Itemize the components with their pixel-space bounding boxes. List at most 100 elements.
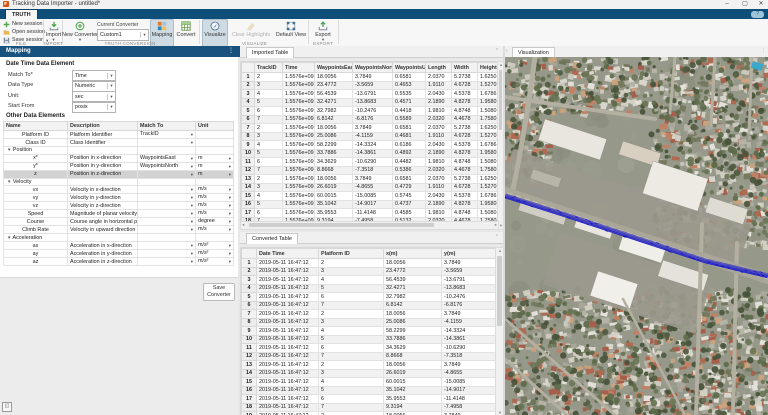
table-row[interactable]: 121.5576e+0918.00563.78490.65812.03705.2… (242, 73, 500, 82)
table-cell[interactable]: -13.6791 (442, 276, 497, 285)
table-cell[interactable]: 6 (319, 395, 384, 404)
mapping-row[interactable]: vz Velocity in z-direction ▾ m/s▾ (4, 202, 234, 210)
table-row[interactable]: 1161.5576e+0934.3629-10.62900.44821.9810… (242, 158, 500, 167)
table-cell[interactable]: 1.5270 (478, 132, 500, 141)
table-cell[interactable]: -10.6290 (442, 344, 497, 353)
table-cell[interactable]: 2019-05-11 16:47:12 (257, 293, 319, 302)
match-to-cell[interactable]: ▾ (138, 226, 196, 234)
table-cell[interactable]: 3 (319, 267, 384, 276)
table-cell[interactable]: 1.5080 (478, 209, 500, 218)
mapping-row[interactable]: Class ID Class Identifier ▾ (4, 139, 234, 147)
table-cell[interactable]: 0.6581 (393, 73, 426, 82)
field-combo-2[interactable]: sec▾ (72, 91, 116, 102)
table-cell[interactable]: 4.8278 (452, 200, 478, 209)
table-cell[interactable]: 8.8668 (384, 352, 442, 361)
table-cell[interactable]: 4 (255, 90, 283, 99)
table-cell[interactable]: 25.0086 (384, 318, 442, 327)
table-cell[interactable]: -14.3861 (353, 149, 393, 158)
table-cell[interactable]: 4.8278 (452, 149, 478, 158)
maximize-button[interactable]: ▢ (740, 1, 750, 8)
table-cell[interactable]: 1.6786 (478, 141, 500, 150)
table-cell[interactable]: 3 (255, 183, 283, 192)
panel-actions-icon[interactable]: ⌃ (495, 234, 499, 240)
match-to-cell[interactable]: ▾ (138, 258, 196, 266)
table-cell[interactable]: -10.2476 (442, 293, 497, 302)
table-cell[interactable]: 1.9580 (478, 149, 500, 158)
match-to-cell[interactable]: ▾ (138, 210, 196, 218)
table-cell[interactable]: 3.7849 (442, 361, 497, 370)
table-cell[interactable]: 1.5576e+09 (283, 209, 315, 218)
table-cell[interactable]: -4.8655 (442, 369, 497, 378)
table-cell[interactable]: -14.9017 (353, 200, 393, 209)
table-cell[interactable]: 4 (319, 327, 384, 336)
table-cell[interactable]: 4.8748 (452, 107, 478, 116)
mapping-row[interactable]: x* Position in x-direction WaypointsEast… (4, 154, 234, 162)
table-row[interactable]: 62019-05-11 16:47:1276.8142-6.8176 (242, 301, 497, 310)
table-cell[interactable]: 0.5535 (393, 90, 426, 99)
table-row[interactable]: 22019-05-11 16:47:12323.4772-3.5659 (242, 267, 497, 276)
table-cell[interactable]: 18.0056 (315, 175, 353, 184)
table-row[interactable]: 32019-05-11 16:47:12456.4539-13.6791 (242, 276, 497, 285)
table-cell[interactable]: 26.6019 (315, 183, 353, 192)
table-row[interactable]: 72019-05-11 16:47:12218.00563.7849 (242, 310, 497, 319)
table-cell[interactable]: 1.5576e+09 (283, 200, 315, 209)
table-cell[interactable]: 18.0056 (384, 310, 442, 319)
table-cell[interactable]: 0.6186 (393, 141, 426, 150)
close-button[interactable]: ✕ (756, 1, 766, 8)
table-cell[interactable]: -15.0085 (353, 192, 393, 201)
table-cell[interactable]: 1.5576e+09 (283, 81, 315, 90)
scroll-left-icon[interactable]: ◂ (242, 222, 244, 228)
table-row[interactable]: 1431.5576e+0926.6019-4.86550.47291.91104… (242, 183, 500, 192)
table-cell[interactable]: 2.0370 (426, 73, 452, 82)
table-cell[interactable]: 2.0320 (426, 166, 452, 175)
table-cell[interactable]: 2 (319, 361, 384, 370)
table-cell[interactable]: 3.7849 (442, 310, 497, 319)
table-row[interactable]: 231.5576e+0923.4772-3.56590.46531.91104.… (242, 81, 500, 90)
table-cell[interactable]: 35.9553 (384, 395, 442, 404)
imported-hscrollbar[interactable]: ◂ ▸ (240, 221, 499, 230)
table-cell[interactable]: 5.2738 (452, 175, 478, 184)
table-cell[interactable]: -14.3861 (442, 335, 497, 344)
table-cell[interactable]: 0.4681 (393, 132, 426, 141)
table-cell[interactable]: -10.2476 (353, 107, 393, 116)
table-cell[interactable]: 1.7580 (478, 166, 500, 175)
table-cell[interactable]: 35.1042 (315, 200, 353, 209)
table-row[interactable]: 1651.5576e+0935.1042-14.90170.47372.1890… (242, 200, 500, 209)
table-cell[interactable]: 56.4539 (384, 276, 442, 285)
restore-panel-icon[interactable]: ◱ (2, 402, 12, 412)
tab-imported-table[interactable]: Imported Table (246, 47, 294, 58)
table-cell[interactable]: 1.5270 (478, 183, 500, 192)
group-row[interactable]: ▼ Acceleration (4, 234, 234, 242)
table-cell[interactable]: 4.8278 (452, 98, 478, 107)
table-cell[interactable]: 4.8748 (452, 209, 478, 218)
match-to-cell[interactable]: ▾ (138, 186, 196, 194)
table-cell[interactable]: 1.5080 (478, 158, 500, 167)
match-to-cell[interactable]: ▾ (138, 139, 196, 147)
new-session-button[interactable]: New session (3, 20, 43, 28)
tab-converted-table[interactable]: Converted Table (246, 233, 298, 244)
table-cell[interactable]: 4.6728 (452, 81, 478, 90)
table-cell[interactable]: 2 (255, 175, 283, 184)
table-cell[interactable]: 4.4678 (452, 166, 478, 175)
table-cell[interactable]: 1.5576e+09 (283, 73, 315, 82)
table-cell[interactable]: 3 (319, 369, 384, 378)
table-cell[interactable]: 1.9810 (426, 209, 452, 218)
table-cell[interactable]: -7.4958 (442, 403, 497, 412)
table-cell[interactable]: 23.4772 (384, 267, 442, 276)
panel-actions-icon[interactable]: ⌃ (495, 48, 499, 54)
scroll-right-icon[interactable]: ▸ (495, 222, 497, 228)
table-cell[interactable]: 6.8142 (384, 301, 442, 310)
table-cell[interactable]: 2019-05-11 16:47:12 (257, 361, 319, 370)
unit-cell[interactable]: m/s▾ (196, 210, 234, 218)
table-cell[interactable]: 2.1890 (426, 200, 452, 209)
mapping-row[interactable]: Course Course angle in horizontal plane … (4, 218, 234, 226)
table-cell[interactable]: 7 (255, 115, 283, 124)
table-cell[interactable]: 2019-05-11 16:47:12 (257, 344, 319, 353)
table-cell[interactable]: 2019-05-11 16:47:12 (257, 284, 319, 293)
table-cell[interactable]: 1.9810 (426, 107, 452, 116)
table-cell[interactable]: 4 (255, 141, 283, 150)
table-cell[interactable]: 5 (319, 284, 384, 293)
table-row[interactable]: 1271.5576e+098.8668-7.35180.53862.03204.… (242, 166, 500, 175)
table-cell[interactable]: -4.1159 (442, 318, 497, 327)
table-cell[interactable]: 2019-05-11 16:47:12 (257, 369, 319, 378)
